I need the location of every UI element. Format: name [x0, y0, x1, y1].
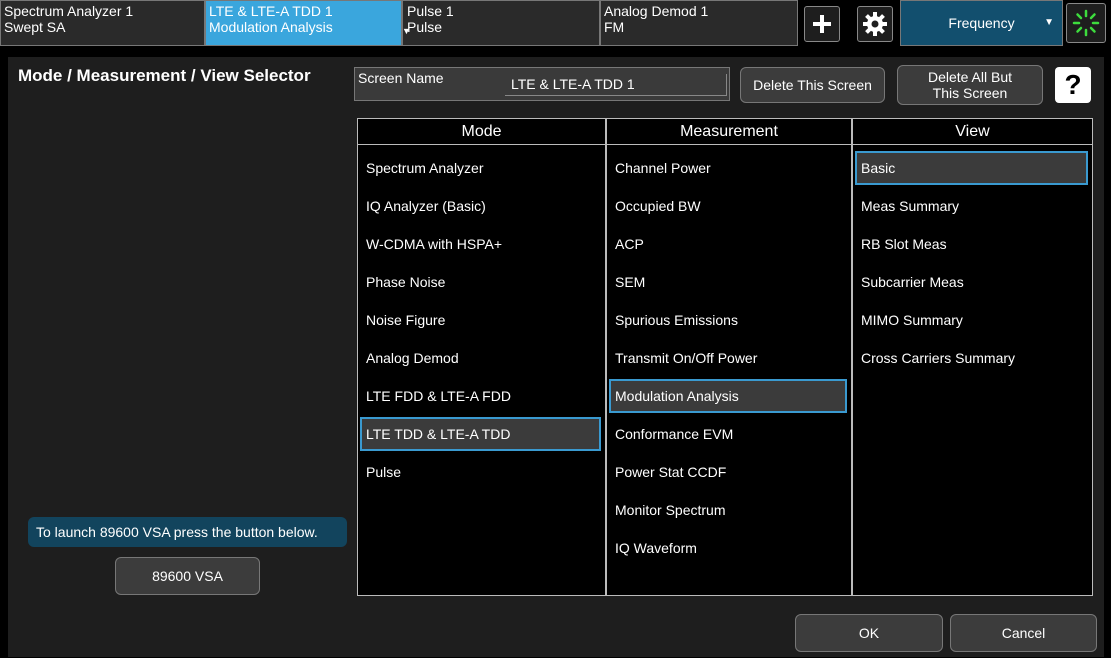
gear-icon — [863, 12, 887, 36]
list-item[interactable]: MIMO Summary — [853, 301, 1092, 339]
list-item[interactable]: Channel Power — [607, 149, 851, 187]
view-column: View Basic Meas Summary RB Slot Meas Sub… — [851, 119, 1092, 595]
list-item-selected[interactable]: LTE TDD & LTE-A TDD — [360, 417, 601, 451]
screen-name-input[interactable]: LTE & LTE-A TDD 1 — [505, 74, 727, 96]
selector-table: Mode Spectrum Analyzer IQ Analyzer (Basi… — [357, 118, 1093, 596]
ok-button[interactable]: OK — [795, 614, 943, 652]
button-line-1: Delete All But — [927, 69, 1013, 85]
button-line-2: This Screen — [932, 85, 1008, 101]
tab-lte-tdd[interactable]: LTE & LTE-A TDD 1 Modulation Analysis — [205, 0, 402, 46]
measurement-list: Channel Power Occupied BW ACP SEM Spurio… — [607, 145, 851, 567]
spinner-icon — [1072, 9, 1100, 37]
view-header: View — [853, 119, 1092, 145]
tab-subtitle: Swept SA — [4, 19, 66, 35]
mode-column: Mode Spectrum Analyzer IQ Analyzer (Basi… — [358, 119, 605, 595]
tab-spectrum-analyzer[interactable]: Spectrum Analyzer 1 Swept SA — [0, 0, 205, 46]
list-item[interactable]: Power Stat CCDF — [607, 453, 851, 491]
frequency-menu[interactable]: Frequency ▼ — [900, 0, 1063, 46]
mode-list: Spectrum Analyzer IQ Analyzer (Basic) W-… — [358, 145, 605, 491]
plus-icon — [813, 15, 831, 33]
list-item[interactable]: Subcarrier Meas — [853, 263, 1092, 301]
help-button[interactable]: ? — [1055, 67, 1091, 103]
list-item[interactable]: Occupied BW — [607, 187, 851, 225]
list-item[interactable]: IQ Analyzer (Basic) — [358, 187, 605, 225]
list-item[interactable]: Analog Demod — [358, 339, 605, 377]
tab-title: LTE & LTE-A TDD 1 — [209, 3, 333, 19]
tab-title: Pulse 1 — [407, 3, 454, 19]
tab-subtitle: Pulse — [407, 19, 443, 35]
settings-button[interactable] — [857, 6, 893, 42]
list-item[interactable]: IQ Waveform — [607, 529, 851, 567]
list-item[interactable]: W-CDMA with HSPA+ — [358, 225, 605, 263]
list-item[interactable]: Meas Summary — [853, 187, 1092, 225]
measurement-column: Measurement Channel Power Occupied BW AC… — [605, 119, 851, 595]
tab-subtitle: Modulation Analysis — [209, 19, 333, 35]
mode-header: Mode — [358, 119, 605, 145]
list-item[interactable]: SEM — [607, 263, 851, 301]
delete-all-but-this-screen-button[interactable]: Delete All But This Screen — [897, 65, 1043, 105]
list-item-selected[interactable]: Modulation Analysis — [609, 379, 847, 413]
list-item[interactable]: LTE FDD & LTE-A FDD — [358, 377, 605, 415]
screen-name-label: Screen Name — [358, 70, 444, 86]
add-screen-button[interactable] — [804, 6, 840, 42]
tab-analog-demod[interactable]: Analog Demod 1 FM — [600, 0, 798, 46]
list-item-selected[interactable]: Basic — [855, 151, 1088, 185]
view-list: Basic Meas Summary RB Slot Meas Subcarri… — [853, 145, 1092, 377]
list-item[interactable]: Conformance EVM — [607, 415, 851, 453]
list-item[interactable]: Transmit On/Off Power — [607, 339, 851, 377]
tab-title: Spectrum Analyzer 1 — [4, 3, 134, 19]
measurement-header: Measurement — [607, 119, 851, 145]
list-item[interactable]: Spurious Emissions — [607, 301, 851, 339]
tab-pulse[interactable]: ▼ Pulse 1 Pulse — [402, 0, 600, 46]
list-item[interactable]: ACP — [607, 225, 851, 263]
list-item[interactable]: Monitor Spectrum — [607, 491, 851, 529]
dialog-title: Mode / Measurement / View Selector — [18, 66, 311, 85]
dropdown-arrow-icon: ▼ — [1044, 17, 1054, 28]
tab-subtitle: FM — [604, 19, 625, 35]
frequency-label: Frequency — [948, 15, 1015, 31]
list-item[interactable]: Pulse — [358, 453, 605, 491]
tab-title: Analog Demod 1 — [604, 3, 709, 19]
delete-this-screen-button[interactable]: Delete This Screen — [740, 67, 885, 103]
list-item[interactable]: Cross Carriers Summary — [853, 339, 1092, 377]
cancel-button[interactable]: Cancel — [950, 614, 1097, 652]
list-item[interactable]: Phase Noise — [358, 263, 605, 301]
list-item[interactable]: Spectrum Analyzer — [358, 149, 605, 187]
list-item[interactable]: Noise Figure — [358, 301, 605, 339]
busy-indicator — [1066, 3, 1106, 43]
dropdown-arrow-icon: ▼ — [402, 26, 411, 36]
list-item[interactable]: RB Slot Meas — [853, 225, 1092, 263]
vsa-message: To launch 89600 VSA press the button bel… — [28, 517, 347, 547]
vsa-launch-button[interactable]: 89600 VSA — [115, 557, 260, 595]
